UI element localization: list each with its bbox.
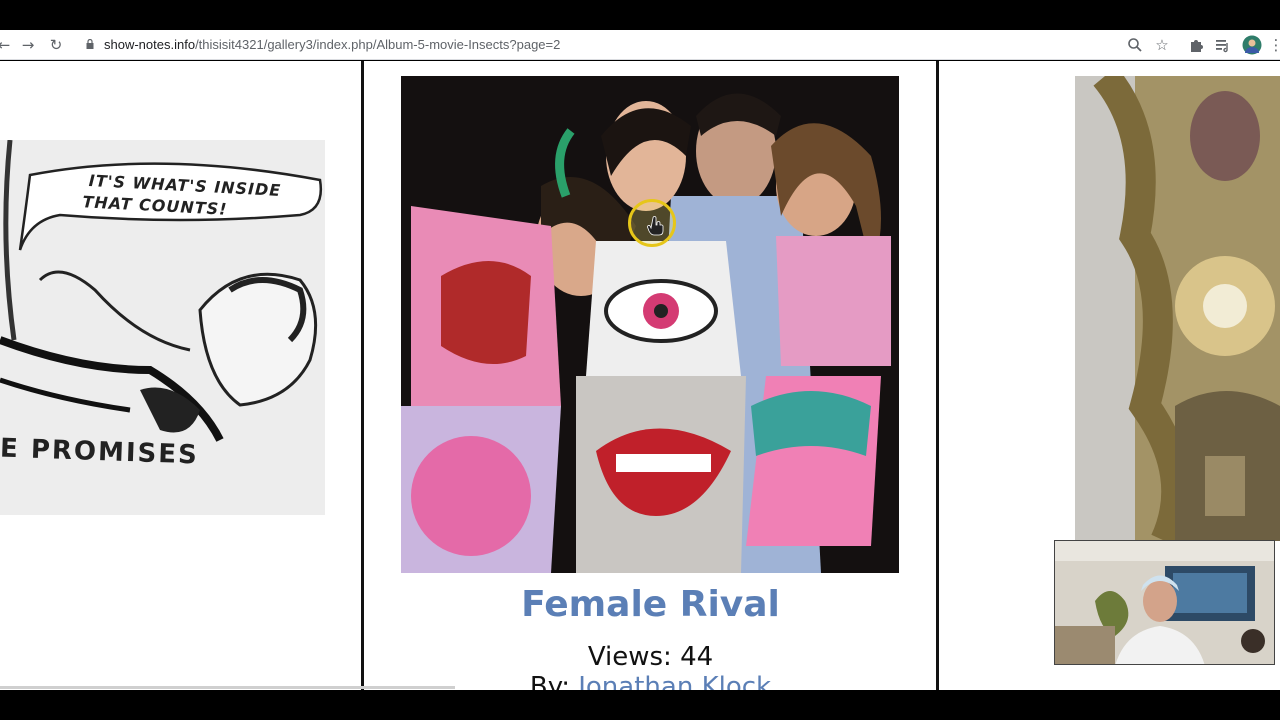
forward-icon[interactable]: →	[20, 37, 36, 53]
top-letterbox	[0, 0, 1280, 30]
reload-icon[interactable]: ↻	[48, 37, 64, 53]
baroque-altar-image	[1075, 76, 1280, 541]
by-label: By:	[529, 672, 579, 690]
lock-icon	[86, 39, 94, 49]
gallery-thumbnail-left[interactable]: IT'S WHAT'S INSIDE THAT COUNTS! E PROMIS…	[0, 140, 325, 515]
photo-title-link[interactable]: Female Rival	[364, 584, 937, 625]
cursor-highlight	[628, 199, 676, 247]
browser-toolbar: ← → ↻ show-notes.info/thisisit4321/galle…	[0, 30, 1280, 60]
address-bar[interactable]: show-notes.info/thisisit4321/gallery3/in…	[76, 33, 1180, 57]
back-icon[interactable]: ←	[0, 37, 12, 53]
bookmark-star-icon[interactable]: ☆	[1154, 37, 1170, 53]
menu-icon[interactable]: ⋮	[1268, 37, 1280, 53]
author-link[interactable]: Jonathan Klock	[578, 672, 771, 690]
profile-avatar[interactable]	[1242, 35, 1262, 55]
extensions-icon[interactable]	[1188, 37, 1204, 53]
gallery-photo-main[interactable]	[401, 76, 899, 573]
views-count: Views: 44	[587, 642, 714, 672]
presenter-video	[1055, 541, 1274, 664]
url-text: show-notes.info/thisisit4321/gallery3/in…	[104, 37, 561, 52]
hand-pointer-icon	[647, 216, 664, 236]
group-photo	[401, 76, 899, 573]
media-icon[interactable]	[1215, 37, 1231, 53]
zoom-icon[interactable]	[1127, 37, 1143, 53]
bottom-letterbox	[0, 690, 1280, 720]
gallery-thumbnail-right[interactable]	[1075, 76, 1280, 541]
webcam-overlay	[1054, 540, 1275, 665]
horizontal-scrollbar[interactable]	[0, 686, 455, 689]
